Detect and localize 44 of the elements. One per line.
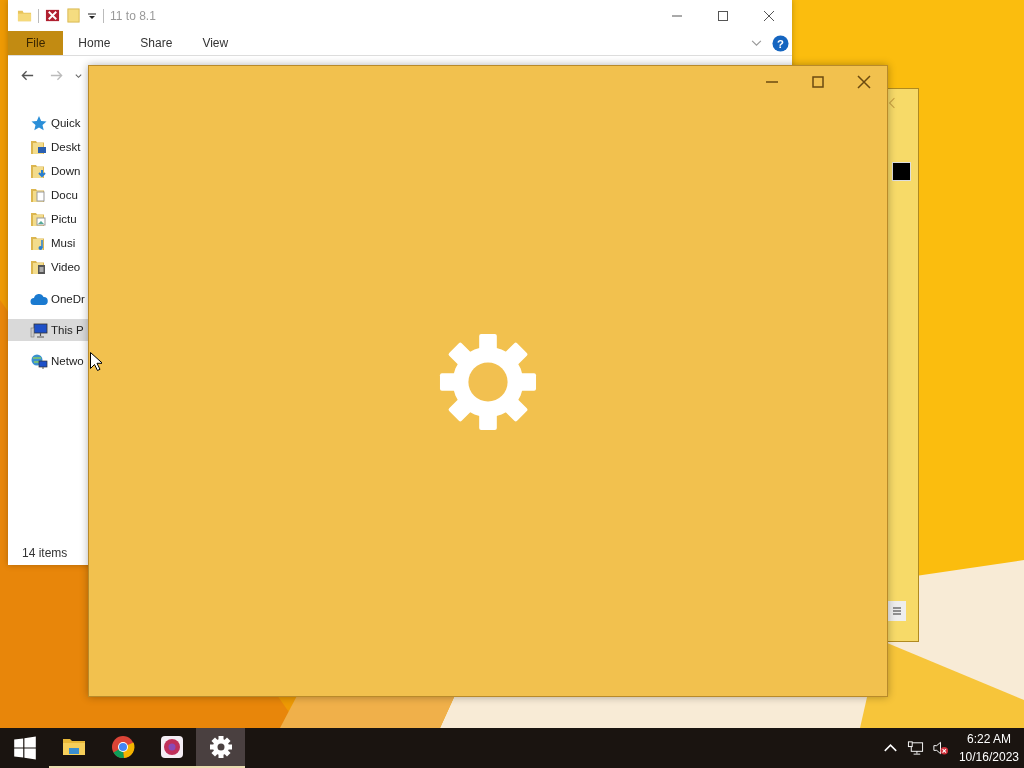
nav-item[interactable]: Netwo [51, 355, 84, 367]
clock[interactable]: 6:22 AM 10/16/2023 [956, 730, 1021, 766]
settings-icon [208, 735, 233, 759]
star-icon [30, 114, 48, 132]
taskbar-button[interactable] [196, 728, 245, 768]
documents-folder-icon [30, 186, 48, 204]
nav-item-highlight[interactable]: This P [8, 319, 88, 341]
nav-item[interactable]: Quick [51, 117, 81, 129]
ribbon-tab[interactable]: Home [63, 31, 126, 55]
browser-icon [110, 735, 135, 759]
window-title: 11 to 8.1 [110, 8, 156, 23]
clock-time: 6:22 AM [966, 731, 1011, 748]
videos-folder-icon [30, 258, 48, 276]
nav-item[interactable]: Docu [51, 189, 78, 201]
menu-icon [892, 606, 902, 616]
pictures-folder-icon [30, 210, 48, 228]
new-folder-icon [66, 8, 81, 23]
dropdown-icon[interactable] [87, 10, 97, 21]
nav-item[interactable]: Video [51, 261, 81, 273]
nav-item[interactable]: OneDr [51, 293, 85, 305]
color-swatch[interactable] [892, 162, 911, 181]
nav-item[interactable]: Down [51, 165, 81, 177]
downloads-folder-icon [30, 162, 48, 180]
nav-item[interactable]: This P [51, 324, 84, 336]
ribbon-tab[interactable]: Share [125, 31, 188, 55]
windows-logo-icon [12, 736, 37, 760]
computer-icon [30, 321, 48, 339]
settings-icon [439, 333, 537, 431]
ribbon-tab[interactable]: View [187, 31, 244, 55]
nav-item[interactable]: Deskt [51, 141, 81, 153]
nav-item[interactable]: Musi [51, 237, 76, 249]
menu-button[interactable] [888, 601, 906, 621]
item-count: 14 items [22, 546, 68, 560]
nav-item[interactable]: Pictu [51, 213, 77, 225]
muted-speaker-icon[interactable] [931, 740, 949, 756]
network-icon[interactable] [906, 740, 924, 756]
ribbon-tab[interactable]: File [8, 31, 64, 55]
help-icon[interactable]: ? [772, 34, 789, 52]
folder-icon [17, 8, 32, 23]
network-icon [30, 352, 48, 370]
desktop-folder-icon [30, 138, 48, 156]
mouse-cursor-icon [90, 352, 102, 371]
clock-date: 10/16/2023 [958, 749, 1019, 766]
cross-icon [45, 8, 60, 23]
